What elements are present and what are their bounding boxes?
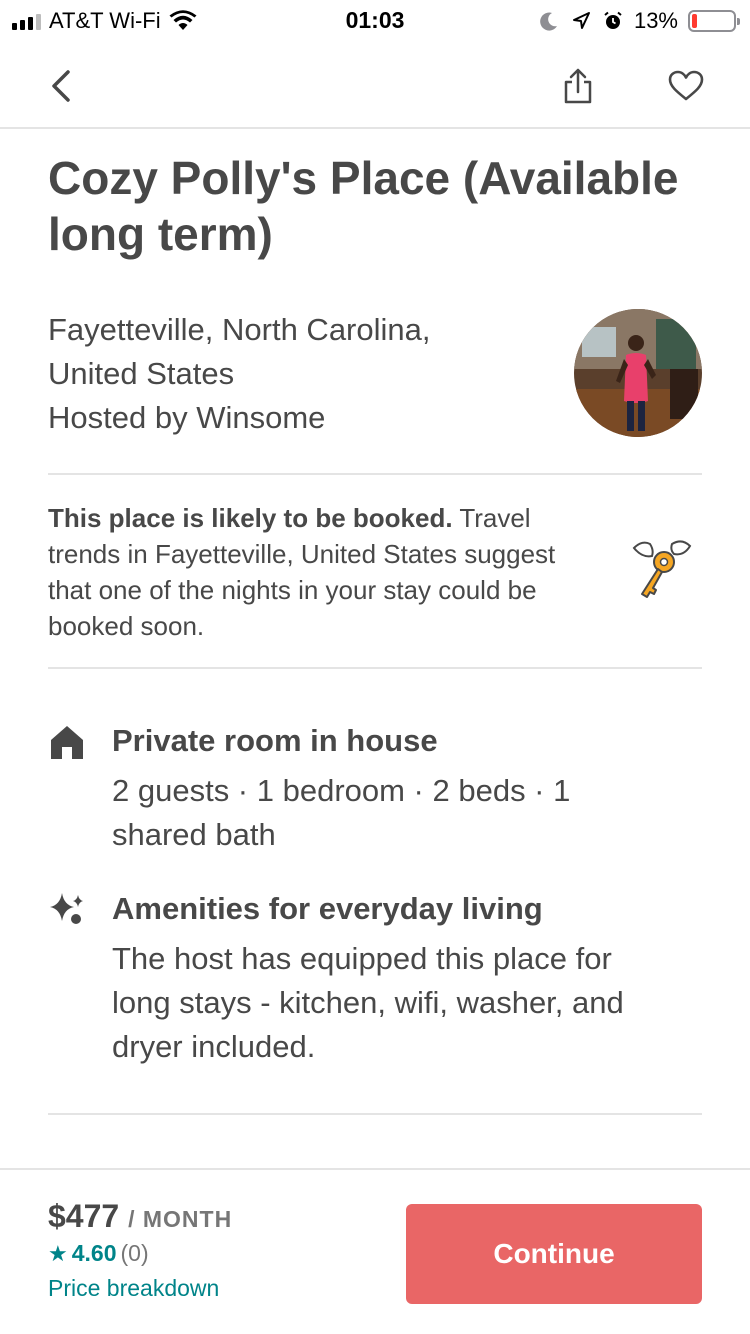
status-right: 13% <box>538 8 740 34</box>
divider <box>48 473 702 475</box>
continue-button[interactable]: Continue <box>406 1204 702 1304</box>
share-icon <box>564 68 592 104</box>
heart-icon <box>668 70 704 101</box>
location-arrow-icon <box>572 12 590 29</box>
share-button[interactable] <box>554 62 602 110</box>
rating-value: 4.60 <box>71 1240 117 1266</box>
divider <box>48 667 702 669</box>
listing-location: Fayetteville, North Carolina, United Sta… <box>48 312 431 391</box>
host-photo <box>574 309 702 437</box>
feature-room-type: Private room in house 2 guests · 1 bedro… <box>48 721 702 852</box>
host-avatar[interactable] <box>574 309 702 437</box>
chevron-left-icon <box>52 70 70 102</box>
star-icon: ★ <box>48 1240 68 1266</box>
price: $477 / MONTH <box>48 1198 232 1235</box>
feature-description: 2 guests · 1 bedroom · 2 beds · 1 shared… <box>112 773 571 852</box>
alarm-icon <box>604 11 622 29</box>
price-period: / MONTH <box>128 1206 233 1232</box>
nav-bar <box>0 40 750 129</box>
listing-title: Cozy Polly's Place (Available long term) <box>48 152 679 260</box>
battery-icon <box>688 10 740 32</box>
review-count: (0) <box>120 1240 149 1266</box>
price-breakdown-link[interactable]: Price breakdown <box>48 1275 219 1302</box>
sparkle-icon <box>50 893 83 924</box>
favorite-button[interactable] <box>662 62 710 110</box>
battery-level <box>692 14 697 28</box>
feature-description: The host has equipped this place for lon… <box>112 941 624 1064</box>
moon-icon <box>540 12 557 31</box>
rating: ★ 4.60 (0) <box>48 1240 149 1267</box>
feature-title: Private room in house <box>112 723 438 758</box>
status-bar: AT&T Wi-Fi 01:03 13% <box>0 0 750 40</box>
price-amount: $477 <box>48 1198 120 1234</box>
notice-heading: This place is likely to be booked. <box>48 503 453 533</box>
feature-amenities: Amenities for everyday living The host h… <box>48 889 702 1069</box>
booking-bar: $477 / MONTH ★ 4.60 (0) Price breakdown … <box>0 1168 750 1334</box>
divider <box>48 1113 702 1115</box>
booking-notice: This place is likely to be booked. Trave… <box>48 500 588 644</box>
house-icon <box>51 726 83 759</box>
host-name: Hosted by Winsome <box>48 400 326 435</box>
feature-title: Amenities for everyday living <box>112 891 543 926</box>
back-button[interactable] <box>36 62 84 110</box>
battery-percent: 13% <box>633 8 678 33</box>
winged-key-icon <box>632 540 692 598</box>
